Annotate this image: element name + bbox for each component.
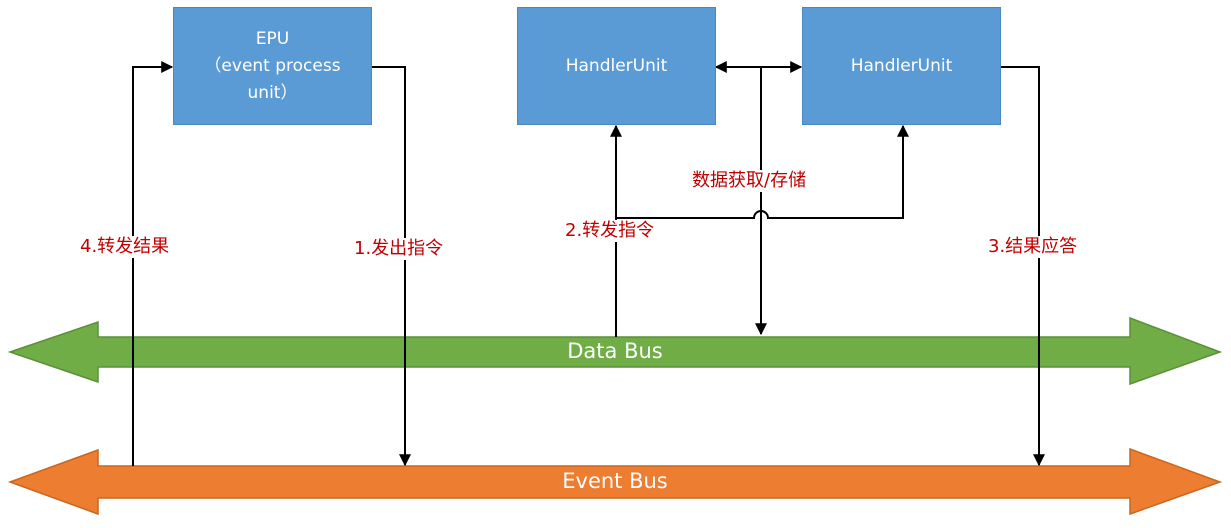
handler-right-label: HandlerUnit bbox=[850, 55, 953, 76]
handler-left-label: HandlerUnit bbox=[565, 55, 668, 76]
label-data-access: 数据获取/存储 bbox=[692, 170, 807, 192]
label-reply: 3.结果应答 bbox=[988, 236, 1078, 258]
epu-subtitle-end: unit） bbox=[247, 82, 298, 103]
data-bus-label: Data Bus bbox=[567, 339, 663, 363]
architecture-diagram: EPU （event process unit） HandlerUnit Han… bbox=[0, 0, 1231, 532]
epu-node: EPU （event process unit） bbox=[173, 7, 372, 125]
forward-result-edge bbox=[132, 61, 174, 466]
label-forward-result: 4.转发结果 bbox=[80, 236, 170, 258]
issue-edge bbox=[372, 66, 411, 467]
handler-unit-left: HandlerUnit bbox=[517, 7, 716, 125]
event-bus-label: Event Bus bbox=[562, 469, 668, 493]
epu-title: EPU bbox=[255, 28, 290, 49]
label-issue: 1.发出指令 bbox=[354, 238, 444, 260]
epu-subtitle: （event process bbox=[204, 55, 341, 76]
handler-unit-right: HandlerUnit bbox=[802, 7, 1001, 125]
label-forward-cmd: 2.转发指令 bbox=[565, 220, 655, 242]
reply-edge bbox=[1001, 66, 1045, 467]
